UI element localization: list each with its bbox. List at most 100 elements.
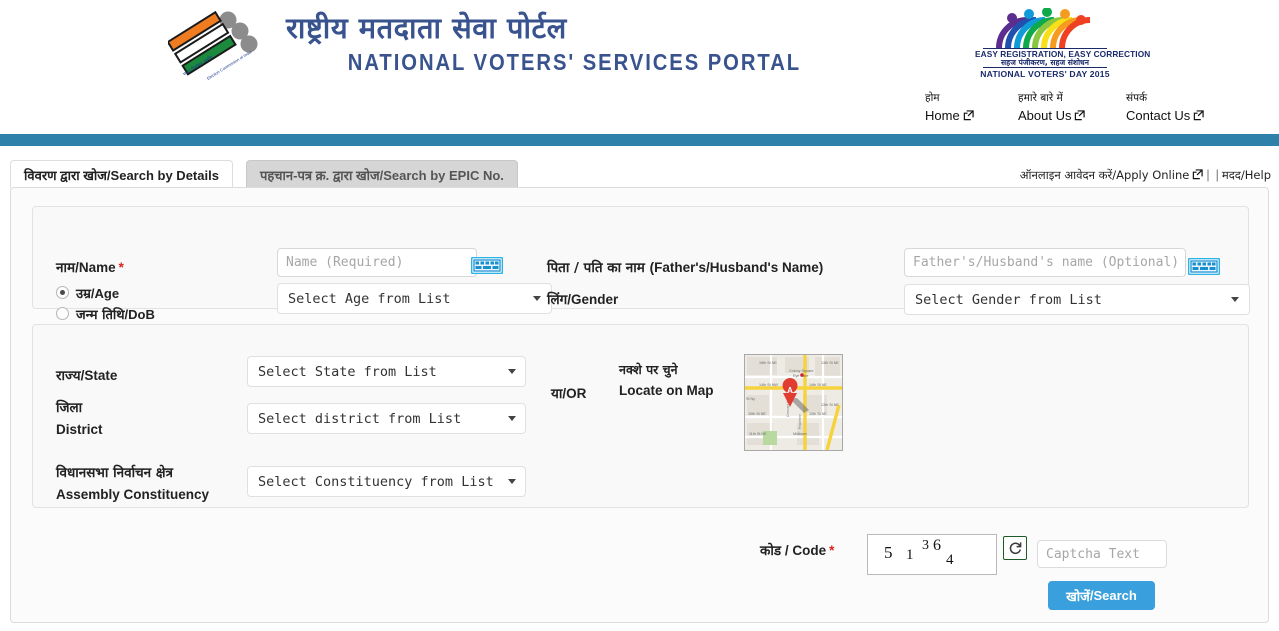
nav-item-about-us[interactable]: हमारे बारे में About Us <box>1018 90 1086 125</box>
apply-online-link[interactable]: ऑनलाइन आवेदन करें/Apply Online <box>1020 168 1190 182</box>
captcha-digit-1: 5 <box>884 543 893 562</box>
captcha-digit-2: 1 <box>906 547 914 563</box>
header-accent-bar <box>0 134 1279 146</box>
captcha-label-english: / Code <box>781 543 827 558</box>
constituency-select[interactable]: Select Constituency from List <box>247 466 526 497</box>
svg-text:14th St NW: 14th St NW <box>759 383 778 387</box>
page-root: भारत निर्वाचन आयोग Election Commission o… <box>0 0 1279 631</box>
main-navigation: होम Home हमारे बारे में About Us संपर्क … <box>0 90 1279 134</box>
age-dob-radio-group: उम्र/Age जन्म तिथि/DoB <box>56 283 155 323</box>
utility-links: ऑनलाइन आवेदन करें/Apply Online | | मदद/Help <box>1020 168 1271 183</box>
gender-label: लिंग/Gender <box>547 290 618 308</box>
nav-item-home-label: Home <box>925 108 960 123</box>
svg-text:Peachtree: Peachtree <box>798 414 802 429</box>
captcha-digit-5: 4 <box>946 552 954 568</box>
nav-item-contact-hindi: संपर्क <box>1126 92 1148 104</box>
age-select[interactable]: Select Age from List <box>277 283 552 314</box>
nav-item-about-english: About Us <box>1018 106 1086 125</box>
search-button-english: /Search <box>1089 588 1137 603</box>
constituency-label-english: Assembly Constituency <box>56 487 210 502</box>
external-link-icon <box>963 110 974 121</box>
district-label-english: District <box>56 422 103 437</box>
election-commission-of-india-logo: भारत निर्वाचन आयोग Election Commission o… <box>168 6 260 84</box>
map-thumbnail[interactable]: 19th St NE 13th St NE Colony Square Eye … <box>744 354 843 451</box>
district-select[interactable]: Select district from List <box>247 403 526 434</box>
nav-item-home[interactable]: होम Home <box>925 90 974 125</box>
state-label: राज्य/State <box>56 366 117 384</box>
captcha-required-asterisk: * <box>829 543 835 558</box>
radio-age-input[interactable] <box>56 286 69 299</box>
father-label-hindi: पिता / पति का नाम <box>547 260 650 276</box>
state-select[interactable]: Select State from List <box>247 356 526 387</box>
nav-item-contact-us[interactable]: संपर्क Contact Us <box>1126 90 1204 125</box>
link-separator: | <box>1206 168 1210 182</box>
svg-text:13th St NE: 13th St NE <box>821 403 839 407</box>
tab-search-by-details[interactable]: विवरण द्वारा खोज/Search by Details <box>10 160 233 188</box>
svg-text:19th St NE: 19th St NE <box>759 361 777 365</box>
father-husband-name-input[interactable] <box>904 248 1186 277</box>
captcha-text-input[interactable] <box>1037 540 1167 568</box>
svg-text:Midtown: Midtown <box>793 432 807 436</box>
nav-item-about-label: About Us <box>1018 108 1072 123</box>
name-label-hindi: नाम <box>56 260 76 276</box>
nav-item-home-hindi: होम <box>925 92 940 104</box>
link-separator-2: | <box>1215 168 1219 182</box>
captcha-digit-4: 6 <box>933 537 941 554</box>
external-link-icon <box>1194 110 1204 121</box>
name-input[interactable] <box>277 248 477 277</box>
nvd-rainbow-arcs-icon <box>996 8 1091 48</box>
location-details-section: राज्य/State Select State from List जिला … <box>32 324 1249 508</box>
captcha-digit-3: 3 <box>922 538 929 553</box>
external-link-icon <box>1193 169 1203 180</box>
portal-title-hindi: राष्ट्रीय मतदाता सेवा पोर्टल <box>286 11 567 45</box>
nav-item-about-hindi: हमारे बारे में <box>1018 92 1063 104</box>
radio-option-age[interactable]: उम्र/Age <box>56 283 155 302</box>
father-label-english: (Father's/Husband's Name) <box>649 260 824 275</box>
search-button-hindi: खोजें <box>1066 589 1090 605</box>
help-link[interactable]: मदद/Help <box>1222 168 1271 182</box>
virtual-keyboard-icon[interactable] <box>470 256 504 275</box>
radio-dob-label: जन्म तिथि/DoB <box>76 306 155 323</box>
state-label-english: /State <box>80 368 118 383</box>
svg-text:Colony Square: Colony Square <box>789 369 813 373</box>
nav-item-contact-english: Contact Us <box>1126 106 1204 125</box>
or-label-english: /OR <box>562 386 587 401</box>
nav-item-home-english: Home <box>925 106 974 125</box>
personal-details-section: नाम/Name * Name (Required) उम्र/Age जन्म… <box>32 206 1250 323</box>
svg-text:11th St NE: 11th St NE <box>749 432 767 436</box>
radio-age-label: उम्र/Age <box>76 285 120 302</box>
captcha-label-hindi: कोड <box>760 543 782 559</box>
district-label: जिला District <box>56 398 103 440</box>
svg-text:A: A <box>787 386 793 395</box>
svg-text:St Ny: St Ny <box>746 397 755 401</box>
external-link-icon <box>1075 110 1086 121</box>
assembly-constituency-label: विधानसभा निर्वाचन क्षेत्र Assembly Const… <box>56 462 209 506</box>
site-header: भारत निर्वाचन आयोग Election Commission o… <box>0 0 1279 90</box>
constituency-label-hindi: विधानसभा निर्वाचन क्षेत्र <box>56 465 173 481</box>
radio-dob-input[interactable] <box>56 307 69 320</box>
name-label-english: /Name <box>75 260 116 275</box>
svg-text:10th St NE: 10th St NE <box>748 412 766 416</box>
svg-text:14th St NE: 14th St NE <box>809 383 827 387</box>
or-separator-label: या/OR <box>551 384 586 402</box>
svg-text:13th St NE: 13th St NE <box>821 361 839 365</box>
captcha-label: कोड / Code * <box>760 541 834 559</box>
gender-select[interactable]: Select Gender from List <box>904 284 1250 315</box>
locate-on-map-hindi[interactable]: नक्शे पर चुने <box>619 361 678 378</box>
captcha-refresh-button[interactable] <box>1003 536 1027 560</box>
name-label: नाम/Name * <box>56 258 124 276</box>
search-button[interactable]: खोजें/Search <box>1048 581 1155 610</box>
virtual-keyboard-icon[interactable] <box>1187 257 1221 276</box>
nav-item-contact-label: Contact Us <box>1126 108 1191 123</box>
tab-search-by-epic-no[interactable]: पहचान-पत्र क्र. द्वारा खोज/Search by EPI… <box>246 160 518 188</box>
gender-label-hindi: लिंग <box>547 292 568 308</box>
radio-option-dob[interactable]: जन्म तिथि/DoB <box>56 304 155 323</box>
name-required-asterisk: * <box>118 260 124 275</box>
father-husband-name-label: पिता / पति का नाम (Father's/Husband's Na… <box>547 258 823 276</box>
district-label-hindi: जिला <box>56 400 83 416</box>
portal-title: राष्ट्रीय मतदाता सेवा पोर्टल NATIONAL VO… <box>286 8 801 76</box>
nvd-day-label: NATIONAL VOTERS' DAY 2015 <box>980 69 1110 79</box>
portal-title-english: NATIONAL VOTERS' SERVICES PORTAL <box>347 49 802 75</box>
captcha-image: 5 1 3 6 4 <box>867 534 997 575</box>
locate-on-map-english[interactable]: Locate on Map <box>619 383 714 398</box>
